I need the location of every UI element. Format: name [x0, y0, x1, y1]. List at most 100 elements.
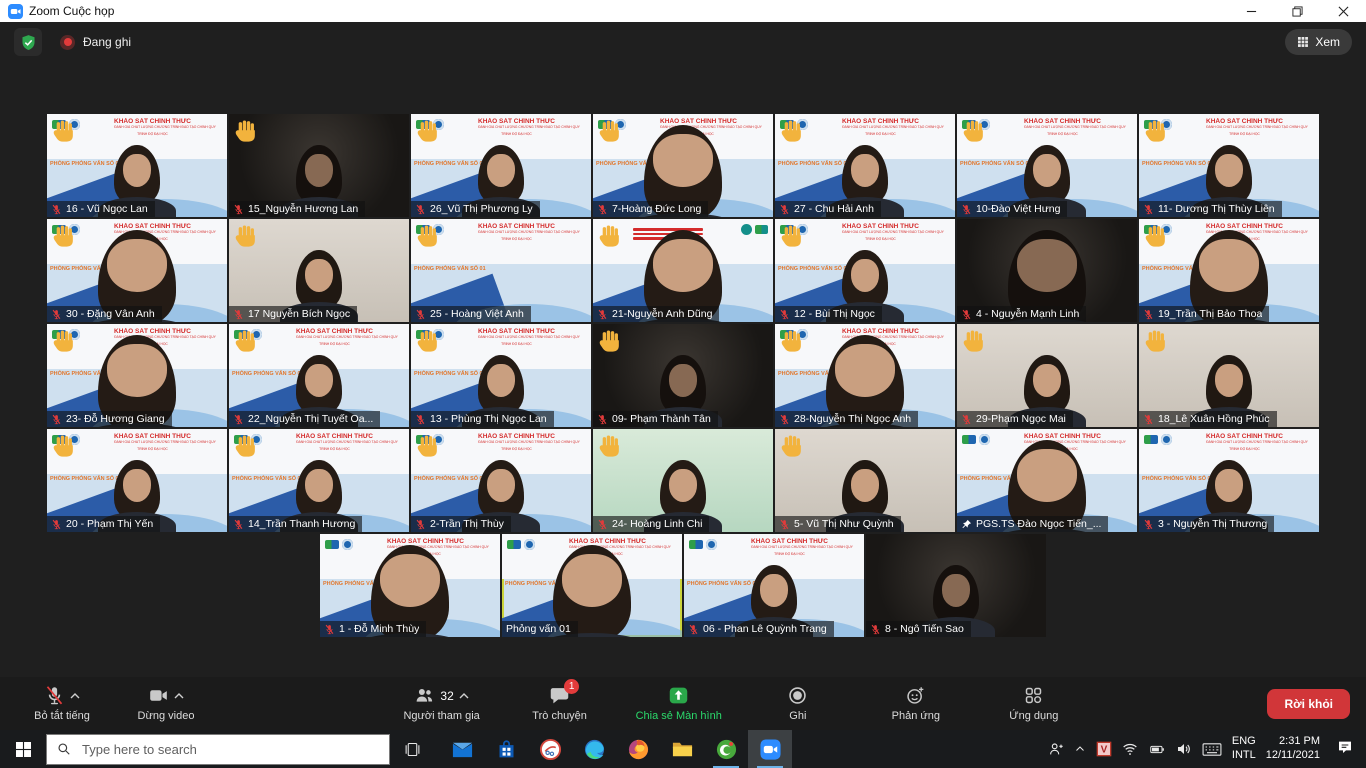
reactions-button[interactable]: Phản ứng — [864, 677, 968, 730]
store-app-icon[interactable] — [484, 730, 528, 768]
participant-tile[interactable]: KHẢO SÁT CHÍNH THỨC ĐÁNH GIÁ CHẤT LƯỢNG … — [1139, 219, 1319, 322]
participant-tile[interactable]: KHẢO SÁT CHÍNH THỨC ĐÁNH GIÁ CHẤT LƯỢNG … — [775, 114, 955, 217]
recording-indicator[interactable]: Đang ghi — [60, 35, 131, 50]
participant-tile[interactable]: KHẢO SÁT CHÍNH THỨC ĐÁNH GIÁ CHẤT LƯỢNG … — [320, 534, 500, 637]
participant-tile[interactable]: KHẢO SÁT CHÍNH THỨC ĐÁNH GIÁ CHẤT LƯỢNG … — [775, 324, 955, 427]
participant-video — [478, 460, 524, 520]
keyboard-icon[interactable] — [1202, 742, 1222, 757]
participant-tile[interactable]: KHẢO SÁT CHÍNH THỨC ĐÁNH GIÁ CHẤT LƯỢNG … — [411, 324, 591, 427]
participant-nameplate: 20 - Phạm Thị Yến — [47, 516, 160, 532]
volume-icon[interactable] — [1176, 741, 1192, 757]
participant-tile[interactable]: KHẢO SÁT CHÍNH THỨC ĐÁNH GIÁ CHẤT LƯỢNG … — [47, 429, 227, 532]
battery-icon[interactable] — [1148, 742, 1166, 757]
participant-tile[interactable]: 5- Vũ Thị Như Quỳnh — [775, 429, 955, 532]
participant-name: 19_Trần Thị Bảo Thoa — [1158, 308, 1262, 320]
stop-video-button[interactable]: Dừng video — [114, 677, 218, 730]
search-input[interactable] — [80, 741, 379, 758]
leave-button[interactable]: Rời khỏi — [1267, 689, 1350, 719]
minimize-button[interactable] — [1228, 0, 1274, 22]
chevron-up-icon[interactable] — [459, 693, 469, 699]
security-shield-icon[interactable] — [14, 28, 42, 56]
participant-nameplate: 27 - Chu Hải Anh — [775, 201, 881, 217]
edge-app-icon[interactable] — [572, 730, 616, 768]
coccoc-app-icon[interactable] — [704, 730, 748, 768]
people-icon[interactable] — [1048, 741, 1064, 757]
participant-video — [478, 145, 524, 205]
unikey-icon[interactable]: V — [1096, 741, 1112, 757]
participant-name: 10-Đào Việt Hưng — [976, 203, 1060, 215]
action-center-icon[interactable] — [1330, 739, 1360, 760]
participant-tile[interactable]: KHẢO SÁT CHÍNH THỨC ĐÁNH GIÁ CHẤT LƯỢNG … — [957, 114, 1137, 217]
participant-tile[interactable]: KHẢO SÁT CHÍNH THỨC ĐÁNH GIÁ CHẤT LƯỢNG … — [775, 219, 955, 322]
participant-video — [660, 355, 706, 415]
participant-tile[interactable]: KHẢO SÁT CHÍNH THỨC ĐÁNH GIÁ CHẤT LƯỢNG … — [411, 219, 591, 322]
participant-tile[interactable]: 21-Nguyễn Anh Dũng — [593, 219, 773, 322]
participant-video — [478, 355, 524, 415]
participant-tile[interactable]: KHẢO SÁT CHÍNH THỨC ĐÁNH GIÁ CHẤT LƯỢNG … — [229, 429, 409, 532]
participant-tile[interactable]: 17 Nguyễn Bích Ngọc — [229, 219, 409, 322]
accreditation-logo — [962, 435, 976, 444]
participant-nameplate: 15_Nguyễn Hương Lan — [229, 201, 365, 217]
participant-video — [1206, 460, 1252, 520]
participant-tile[interactable]: KHẢO SÁT CHÍNH THỨC ĐÁNH GIÁ CHẤT LƯỢNG … — [47, 219, 227, 322]
participant-nameplate: 3 - Nguyễn Thị Thương — [1139, 516, 1274, 532]
participant-name: 15_Nguyễn Hương Lan — [248, 203, 358, 215]
participants-button[interactable]: 32 Người tham gia — [390, 677, 494, 730]
close-button[interactable] — [1320, 0, 1366, 22]
chevron-up-icon[interactable] — [70, 693, 80, 699]
participant-tile[interactable]: 8 - Ngô Tiến Sao — [866, 534, 1046, 637]
task-view-icon[interactable] — [390, 730, 434, 768]
participant-tile[interactable]: 4 - Nguyễn Mạnh Linh — [957, 219, 1137, 322]
wifi-icon[interactable] — [1122, 741, 1138, 757]
participant-tile[interactable]: 24- Hoàng Linh Chi — [593, 429, 773, 532]
participant-tile[interactable]: KHẢO SÁT CHÍNH THỨC ĐÁNH GIÁ CHẤT LƯỢNG … — [411, 429, 591, 532]
explorer-app-icon[interactable] — [660, 730, 704, 768]
language-indicator[interactable]: ENG INTL — [1232, 735, 1256, 763]
participant-tile[interactable]: KHẢO SÁT CHÍNH THỨC ĐÁNH GIÁ CHẤT LƯỢNG … — [47, 324, 227, 427]
participant-name: 23- Đỗ Hương Giang — [66, 413, 165, 425]
chevron-up-icon[interactable] — [174, 693, 184, 699]
taskbar-clock[interactable]: 2:31 PM 12/11/2021 — [1266, 735, 1320, 763]
participant-tile[interactable]: KHẢO SÁT CHÍNH THỨC ĐÁNH GIÁ CHẤT LƯỢNG … — [593, 114, 773, 217]
firefox-app-icon[interactable] — [616, 730, 660, 768]
view-button[interactable]: Xem — [1285, 29, 1352, 55]
apps-button[interactable]: Ứng dụng — [982, 677, 1086, 730]
taskbar-search[interactable] — [46, 734, 390, 765]
slide-subtitle: ĐÁNH GIÁ CHẤT LƯỢNG CHƯƠNG TRÌNH ĐÀO TẠO… — [842, 126, 918, 130]
chevron-up-icon[interactable] — [1074, 743, 1086, 755]
raised-hand-icon — [597, 328, 623, 354]
mic-muted-icon — [870, 624, 881, 635]
participant-tile[interactable]: KHẢO SÁT CHÍNH THỨC ĐÁNH GIÁ CHẤT LƯỢNG … — [1139, 429, 1319, 532]
start-button[interactable] — [0, 730, 46, 768]
slide-subtitle: ĐÁNH GIÁ CHẤT LƯỢNG CHƯƠNG TRÌNH ĐÀO TẠO… — [478, 126, 554, 130]
zoom-app-icon[interactable] — [748, 730, 792, 768]
participant-tile[interactable]: KHẢO SÁT CHÍNH THỨC ĐÁNH GIÁ CHẤT LƯỢNG … — [47, 114, 227, 217]
participant-nameplate: 4 - Nguyễn Mạnh Linh — [957, 306, 1086, 322]
slide-title: KHẢO SÁT CHÍNH THỨC — [83, 118, 222, 126]
participant-name: 13 - Phùng Thị Ngọc Lan — [430, 413, 547, 425]
participant-tile[interactable]: KHẢO SÁT CHÍNH THỨC ĐÁNH GIÁ CHẤT LƯỢNG … — [411, 114, 591, 217]
restore-button[interactable] — [1274, 0, 1320, 22]
participant-name: 18_Lê Xuân Hồng Phúc — [1158, 413, 1270, 425]
share-screen-button[interactable]: Chia sẻ Màn hình — [626, 677, 732, 730]
participant-tile[interactable]: KHẢO SÁT CHÍNH THỨC ĐÁNH GIÁ CHẤT LƯỢNG … — [684, 534, 864, 637]
participant-tile[interactable]: 09- Phạm Thành Tân — [593, 324, 773, 427]
record-button[interactable]: Ghi — [746, 677, 850, 730]
mail-app-icon[interactable] — [440, 730, 484, 768]
slide-room-label: PHÒNG PHỎNG VẤN SỐ 01 — [1142, 476, 1214, 481]
participant-name: 17 Nguyễn Bích Ngọc — [248, 308, 350, 320]
unmute-button[interactable]: Bỏ tắt tiếng — [10, 677, 114, 730]
chat-button[interactable]: 1 Trò chuyện — [508, 677, 612, 730]
slide-subtitle: ĐÁNH GIÁ CHẤT LƯỢNG CHƯƠNG TRÌNH ĐÀO TẠO… — [1206, 441, 1282, 445]
participant-tile[interactable]: KHẢO SÁT CHÍNH THỨC ĐÁNH GIÁ CHẤT LƯỢNG … — [1139, 114, 1319, 217]
participant-tile[interactable]: KHẢO SÁT CHÍNH THỨC ĐÁNH GIÁ CHẤT LƯỢNG … — [229, 324, 409, 427]
capture-app-icon[interactable] — [528, 730, 572, 768]
participant-tile[interactable]: KHẢO SÁT CHÍNH THỨC ĐÁNH GIÁ CHẤT LƯỢNG … — [502, 534, 682, 637]
participant-tile[interactable]: KHẢO SÁT CHÍNH THỨC ĐÁNH GIÁ CHẤT LƯỢNG … — [957, 429, 1137, 532]
raised-hand-icon — [51, 328, 77, 354]
participant-tile[interactable]: 15_Nguyễn Hương Lan — [229, 114, 409, 217]
raised-hand-icon — [779, 328, 805, 354]
participant-tile[interactable]: 29-Phạm Ngọc Mai — [957, 324, 1137, 427]
participant-tile[interactable]: 18_Lê Xuân Hồng Phúc — [1139, 324, 1319, 427]
raised-hand-icon — [233, 223, 259, 249]
